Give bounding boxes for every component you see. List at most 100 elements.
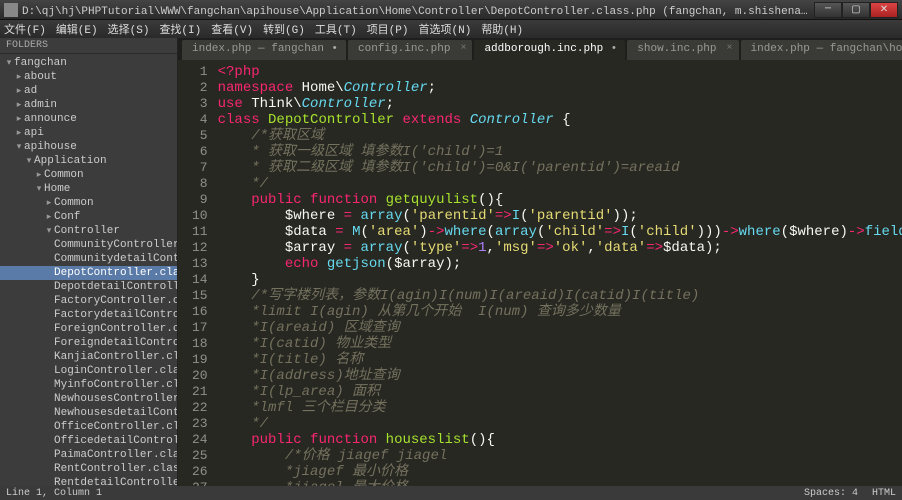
code-line[interactable]: $data = M('area')->where(array('child'=>… (218, 224, 902, 240)
code-area[interactable]: 1234567891011121314151617181920212223242… (178, 60, 902, 486)
code-line[interactable]: echo getjson($array); (218, 256, 902, 272)
code-line[interactable]: *I(catid) 物业类型 (218, 336, 902, 352)
menu-item[interactable]: 转到(G) (263, 21, 305, 37)
tree-item-label: about (24, 71, 57, 83)
tree-item[interactable]: ForeignController.class.php (0, 322, 177, 336)
editor-tab[interactable]: config.inc.php× (348, 40, 472, 60)
tree-item-label: apihouse (24, 141, 77, 153)
tree-item[interactable]: FactorydetailController.class.php (0, 308, 177, 322)
tree-item[interactable]: PaimaController.class.php (0, 448, 177, 462)
tree-item[interactable]: RentdetailController.class.php (0, 476, 177, 486)
syntax-language[interactable]: HTML (872, 488, 896, 499)
line-gutter: 1234567891011121314151617181920212223242… (178, 60, 218, 486)
menu-item[interactable]: 首选项(N) (419, 21, 472, 37)
editor-tab[interactable]: show.inc.php× (627, 40, 738, 60)
code-line[interactable]: */ (218, 176, 902, 192)
code-line[interactable]: *lmfl 三个栏目分类 (218, 400, 902, 416)
code-line[interactable]: */ (218, 416, 902, 432)
tree-item[interactable]: ▸announce (0, 112, 177, 126)
titlebar[interactable]: D:\qj\hj\PHPTutorial\WWW\fangchan\apihou… (0, 0, 902, 20)
folder-tree[interactable]: ▾fangchan▸about▸ad▸admin▸announce▸api▾ap… (0, 54, 177, 486)
line-number: 18 (192, 336, 208, 352)
menu-item[interactable]: 编辑(E) (56, 21, 98, 37)
editor-tab[interactable]: addborough.inc.php (474, 40, 625, 60)
indent-setting[interactable]: Spaces: 4 (804, 488, 858, 499)
menu-item[interactable]: 查找(I) (159, 21, 201, 37)
code-content[interactable]: <?phpnamespace Home\Controller;use Think… (218, 60, 902, 486)
tree-item[interactable]: ▸admin (0, 98, 177, 112)
tree-item[interactable]: OfficeController.class.php (0, 420, 177, 434)
line-number: 17 (192, 320, 208, 336)
tree-item[interactable]: ▸about (0, 70, 177, 84)
menu-item[interactable]: 文件(F) (4, 21, 46, 37)
tree-item[interactable]: NewhousesdetailController.class.php (0, 406, 177, 420)
code-line[interactable]: * 获取二级区域 填参数I('child')=0&I('parentid')=a… (218, 160, 902, 176)
maximize-button[interactable]: ▢ (842, 2, 870, 18)
code-line[interactable]: public function houseslist(){ (218, 432, 902, 448)
code-line[interactable]: $array = array('type'=>1,'msg'=>'ok','da… (218, 240, 902, 256)
close-icon[interactable]: × (726, 43, 732, 54)
line-number: 1 (192, 64, 208, 80)
close-icon[interactable]: × (460, 43, 466, 54)
code-line[interactable]: *limit I(agin) 从第几个开始 I(num) 查询多少数量 (218, 304, 902, 320)
code-line[interactable]: *I(areaid) 区域查询 (218, 320, 902, 336)
tree-item[interactable]: ▾Home (0, 182, 177, 196)
tree-item[interactable]: ▾Application (0, 154, 177, 168)
line-number: 15 (192, 288, 208, 304)
tree-item[interactable]: DepotdetailController.class.php (0, 280, 177, 294)
code-line[interactable]: public function getquyulist(){ (218, 192, 902, 208)
code-line[interactable]: * 获取一级区域 填参数I('child')=1 (218, 144, 902, 160)
tree-item[interactable]: FactoryController.class.php (0, 294, 177, 308)
line-number: 9 (192, 192, 208, 208)
code-line[interactable]: namespace Home\Controller; (218, 80, 902, 96)
menu-item[interactable]: 选择(S) (108, 21, 150, 37)
menu-item[interactable]: 工具(T) (315, 21, 357, 37)
tree-item[interactable]: MyinfoController.class.php (0, 378, 177, 392)
tree-arrow-icon: ▾ (44, 226, 54, 236)
menu-item[interactable]: 项目(P) (367, 21, 409, 37)
tree-item[interactable]: OfficedetailController.class.php (0, 434, 177, 448)
tree-arrow-icon: ▸ (14, 114, 24, 124)
code-line[interactable]: use Think\Controller; (218, 96, 902, 112)
menu-item[interactable]: 帮助(H) (481, 21, 523, 37)
tree-item[interactable]: ▾fangchan (0, 56, 177, 70)
tree-arrow-icon: ▸ (14, 72, 24, 82)
code-line[interactable]: *jiagel 最大价格 (218, 480, 902, 486)
menu-item[interactable]: 查看(V) (211, 21, 253, 37)
tree-item[interactable]: ▸Common (0, 196, 177, 210)
line-number: 14 (192, 272, 208, 288)
code-line[interactable]: $where = array('parentid'=>I('parentid')… (218, 208, 902, 224)
code-line[interactable]: *I(address)地址查询 (218, 368, 902, 384)
tree-item[interactable]: ▸Common (0, 168, 177, 182)
tree-item[interactable]: ▾apihouse (0, 140, 177, 154)
tree-item[interactable]: ▸api (0, 126, 177, 140)
tree-item[interactable]: ForeigndetailController.class.php (0, 336, 177, 350)
tree-item-label: RentController.class.php (54, 463, 177, 475)
tree-item[interactable]: CommunitydetailController.class.php (0, 252, 177, 266)
tree-item-label: PaimaController.class.php (54, 449, 177, 461)
tree-item[interactable]: ▸ad (0, 84, 177, 98)
code-line[interactable]: *I(title) 名称 (218, 352, 902, 368)
tree-item[interactable]: ▸Conf (0, 210, 177, 224)
code-line[interactable]: /*获取区域 (218, 128, 902, 144)
code-line[interactable]: *jiagef 最小价格 (218, 464, 902, 480)
tree-item[interactable]: DepotController.class.php (0, 266, 177, 280)
editor-tab[interactable]: index.php — fangchan (182, 40, 346, 60)
minimize-button[interactable]: ─ (814, 2, 842, 18)
code-line[interactable]: <?php (218, 64, 902, 80)
tree-item[interactable]: LoginController.class.php (0, 364, 177, 378)
editor-tab[interactable]: index.php — fangchan\house (741, 40, 902, 60)
tree-item[interactable]: RentController.class.php (0, 462, 177, 476)
editor: index.php — fangchanconfig.inc.php×addbo… (178, 38, 902, 486)
tree-item[interactable]: CommunityController.class.php (0, 238, 177, 252)
code-line[interactable]: /*价格 jiagef jiagel (218, 448, 902, 464)
code-line[interactable]: /*写字楼列表，参数I(agin)I(num)I(areaid)I(catid)… (218, 288, 902, 304)
tree-arrow-icon: ▸ (14, 86, 24, 96)
tree-item[interactable]: NewhousesController.class.php (0, 392, 177, 406)
code-line[interactable]: class DepotController extends Controller… (218, 112, 902, 128)
code-line[interactable]: } (218, 272, 902, 288)
code-line[interactable]: *I(lp_area) 面积 (218, 384, 902, 400)
tree-item[interactable]: KanjiaController.class.php (0, 350, 177, 364)
close-button[interactable]: ✕ (870, 2, 898, 18)
tree-item[interactable]: ▾Controller (0, 224, 177, 238)
